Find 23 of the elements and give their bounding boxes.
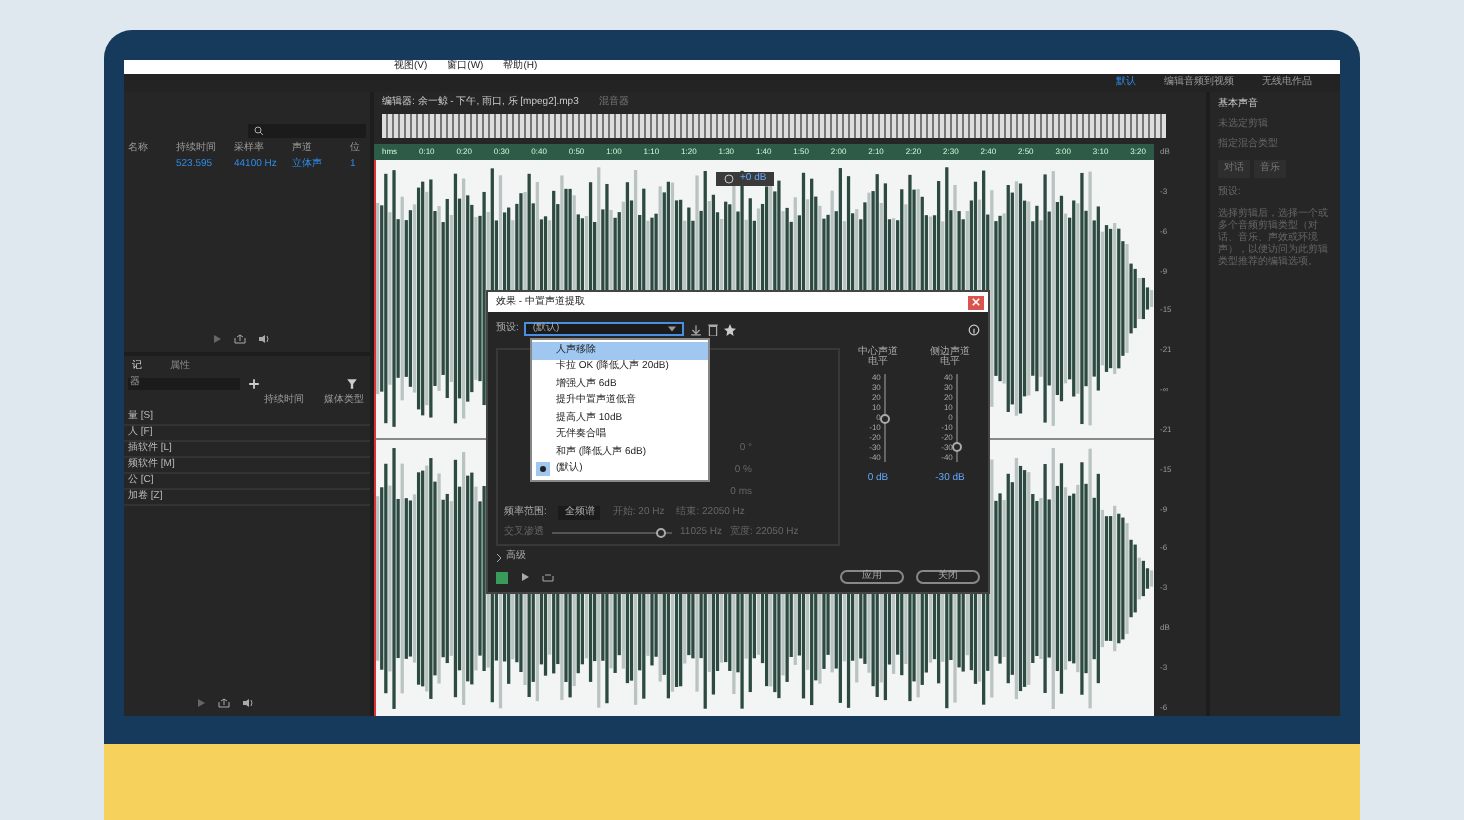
meter-handle[interactable] [880, 413, 891, 423]
meter-handle[interactable] [952, 442, 963, 453]
search-icon [254, 126, 264, 136]
trash-icon[interactable] [708, 323, 719, 335]
export-icon[interactable] [218, 698, 230, 708]
close-icon [972, 298, 980, 306]
filter-icon[interactable] [346, 378, 358, 390]
speaker-icon[interactable] [242, 698, 254, 708]
star-icon[interactable] [724, 323, 737, 335]
crossover-handle[interactable] [655, 528, 665, 538]
power-icon[interactable] [496, 571, 508, 583]
info-icon[interactable] [968, 323, 980, 335]
save-icon[interactable] [690, 323, 703, 335]
speaker-icon[interactable] [258, 334, 270, 344]
bullet-icon [540, 466, 546, 473]
loop-icon[interactable] [542, 572, 554, 582]
play-icon[interactable] [520, 572, 530, 582]
caret-icon [668, 326, 677, 332]
add-icon[interactable] [248, 378, 260, 390]
knob-icon [724, 174, 734, 184]
close-button[interactable] [968, 295, 984, 309]
export-icon[interactable] [234, 334, 246, 344]
search-field[interactable] [248, 124, 366, 138]
